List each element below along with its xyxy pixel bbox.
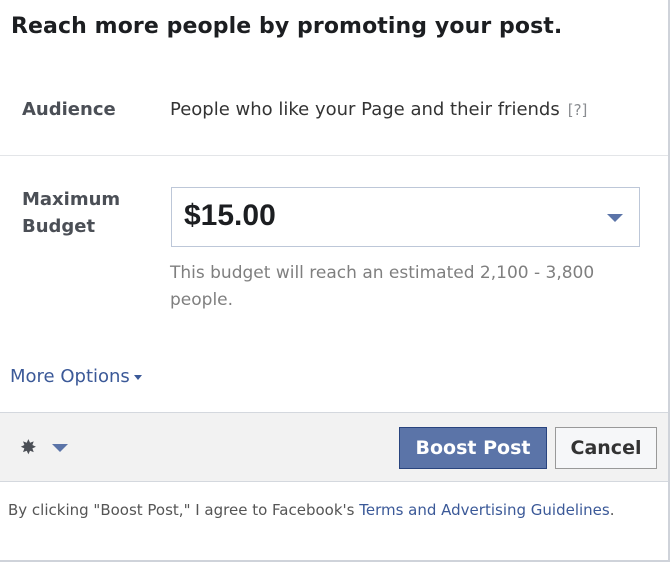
caret-down-icon bbox=[133, 374, 142, 380]
boost-post-dialog: Reach more people by promoting your post… bbox=[0, 0, 670, 562]
audience-description: People who like your Page and their frie… bbox=[170, 99, 560, 120]
gear-menu-chevron-icon[interactable] bbox=[52, 444, 68, 452]
boost-post-button[interactable]: Boost Post bbox=[399, 427, 547, 469]
gear-icon[interactable]: ✸ bbox=[20, 437, 37, 457]
dialog-title: Reach more people by promoting your post… bbox=[11, 14, 563, 39]
more-options-link[interactable]: More Options bbox=[10, 366, 142, 387]
budget-estimate: This budget will reach an estimated 2,10… bbox=[170, 263, 595, 310]
budget-label: Maximum Budget bbox=[22, 189, 121, 237]
budget-selected-value: $15.00 bbox=[184, 199, 276, 232]
section-divider bbox=[0, 155, 668, 156]
terms-link[interactable]: Terms and Advertising Guidelines bbox=[359, 501, 609, 519]
chevron-down-icon bbox=[607, 214, 623, 222]
audience-value: People who like your Page and their frie… bbox=[170, 97, 587, 123]
budget-select[interactable]: $15.00 bbox=[171, 187, 640, 247]
audience-help-link[interactable]: [?] bbox=[568, 101, 588, 119]
cancel-button[interactable]: Cancel bbox=[555, 427, 657, 469]
dialog-footer: ✸ Boost Post Cancel bbox=[0, 412, 668, 482]
legal-disclaimer: By clicking "Boost Post," I agree to Fac… bbox=[8, 496, 648, 524]
legal-suffix: . bbox=[609, 501, 615, 519]
more-options-label: More Options bbox=[10, 366, 130, 387]
audience-label: Audience bbox=[22, 99, 116, 120]
legal-prefix: By clicking "Boost Post," I agree to Fac… bbox=[8, 501, 360, 519]
